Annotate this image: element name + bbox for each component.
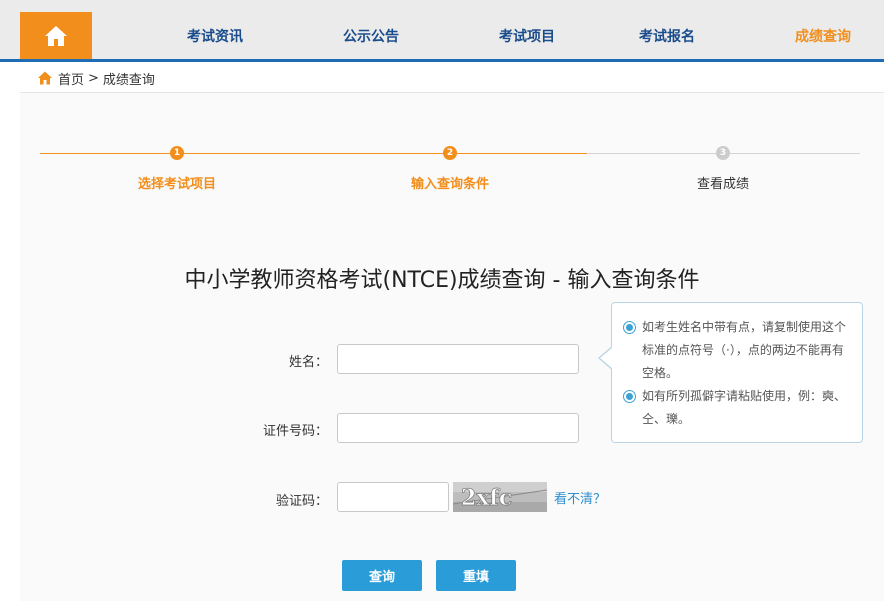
step-1-circle: 1	[170, 146, 184, 160]
tip-item: 如考生姓名中带有点，请复制使用这个标准的点符号（·），点的两边不能再有空格。	[623, 316, 852, 385]
name-label: 姓名：	[288, 355, 328, 370]
tip-box: 如考生姓名中带有点，请复制使用这个标准的点符号（·），点的两边不能再有空格。 如…	[611, 302, 863, 443]
step-2-label: 输入查询条件	[410, 177, 490, 192]
top-nav: 考试资讯 公示公告 考试项目 考试报名 成绩查询	[0, 0, 884, 62]
home-icon	[38, 71, 52, 85]
nav-item-exam-projects[interactable]: 考试项目	[499, 26, 555, 46]
step-2-circle: 2	[443, 146, 457, 160]
tip-text: 如考生姓名中带有点，请复制使用这个标准的点符号（·），点的两边不能再有空格。	[642, 320, 847, 380]
home-icon	[45, 25, 67, 46]
tip-arrow-fill	[600, 347, 613, 369]
step-3-label: 查看成绩	[696, 177, 750, 192]
captcha-text: 2xfc	[461, 485, 512, 511]
step-3-circle: 3	[716, 146, 730, 160]
captcha-image[interactable]: 2xfc	[453, 482, 547, 512]
breadcrumb-current: 成绩查询	[102, 72, 155, 88]
breadcrumb: 首页 > 成绩查询	[37, 69, 155, 88]
id-number-input[interactable]	[337, 413, 579, 443]
captcha-refresh-link[interactable]: 看不清？	[554, 488, 606, 507]
breadcrumb-separator: >	[88, 70, 99, 86]
home-button[interactable]	[20, 12, 92, 59]
radio-dot-icon	[623, 321, 636, 334]
step-1-label: 选择考试项目	[137, 177, 217, 192]
tip-item: 如有所列孤僻字请粘贴使用，例：奭、仝、瓅。	[623, 385, 852, 431]
captcha-label: 验证码：	[275, 494, 328, 509]
nav-item-registration[interactable]: 考试报名	[639, 26, 695, 46]
nav-item-announcements[interactable]: 公示公告	[343, 26, 399, 46]
radio-dot-icon	[623, 390, 636, 403]
reset-button[interactable]: 重填	[436, 560, 516, 591]
breadcrumb-home-link[interactable]: 首页	[58, 69, 84, 88]
step-progress-line	[40, 153, 587, 154]
query-button[interactable]: 查询	[342, 560, 422, 591]
tip-text: 如有所列孤僻字请粘贴使用，例：奭、仝、瓅。	[642, 389, 847, 426]
nav-item-exam-news[interactable]: 考试资讯	[187, 26, 243, 46]
nav-item-score-query[interactable]: 成绩查询	[795, 26, 851, 46]
name-input[interactable]	[337, 344, 579, 374]
id-number-label: 证件号码：	[262, 424, 328, 439]
captcha-input[interactable]	[337, 482, 449, 512]
page-title: 中小学教师资格考试(NTCE)成绩查询 - 输入查询条件	[184, 268, 700, 293]
